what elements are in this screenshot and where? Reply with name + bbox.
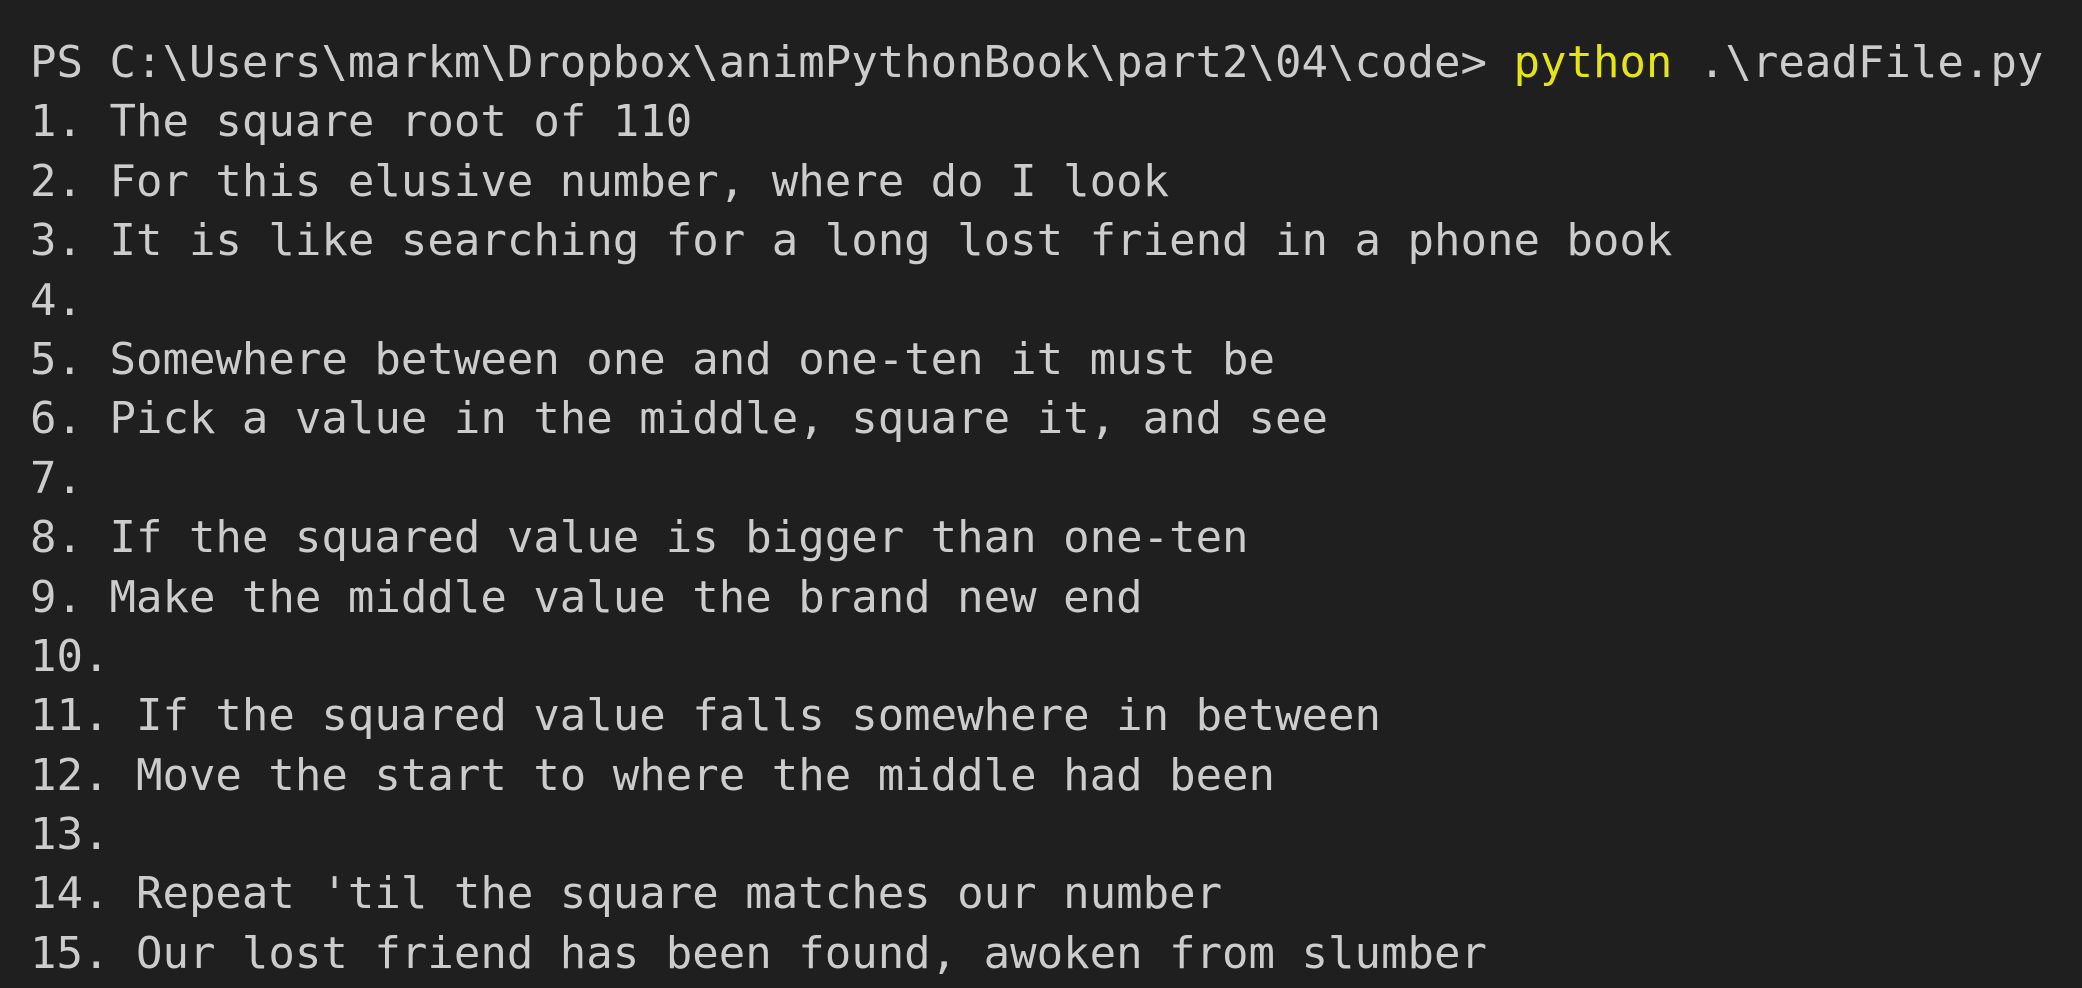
output-line-2: 2. For this elusive number, where do I l… xyxy=(30,155,1170,207)
output-line-11: 11. If the squared value falls somewhere… xyxy=(30,690,1382,742)
prompt-path: PS C:\Users\markm\Dropbox\animPythonBook… xyxy=(30,37,1487,88)
output-line-8: 8. If the squared value is bigger than o… xyxy=(30,512,1249,564)
output-line-6: 6. Pick a value in the middle, square it… xyxy=(30,393,1329,445)
output-line-1: 1. The square root of 110 xyxy=(30,96,693,148)
command-argument: .\readFile.py xyxy=(1698,37,2044,88)
output-line-5: 5. Somewhere between one and one-ten it … xyxy=(30,333,1276,385)
output-line-3: 3. It is like searching for a long lost … xyxy=(30,215,1673,267)
output-line-10: 10. xyxy=(30,630,110,682)
output-line-15: 15. Our lost friend has been found, awok… xyxy=(30,927,1487,979)
output-line-9: 9. Make the middle value the brand new e… xyxy=(30,571,1143,623)
output-line-14: 14. Repeat 'til the square matches our n… xyxy=(30,868,1223,920)
command-name: python xyxy=(1513,37,1673,88)
terminal-window[interactable]: PS C:\Users\markm\Dropbox\animPythonBook… xyxy=(0,0,2082,988)
output-line-4: 4. xyxy=(30,274,83,326)
prompt-line: PS C:\Users\markm\Dropbox\animPythonBook… xyxy=(30,33,2082,92)
output-line-7: 7. xyxy=(30,452,83,504)
output-line-13: 13. xyxy=(30,809,110,861)
output-line-12: 12. Move the start to where the middle h… xyxy=(30,749,1276,801)
